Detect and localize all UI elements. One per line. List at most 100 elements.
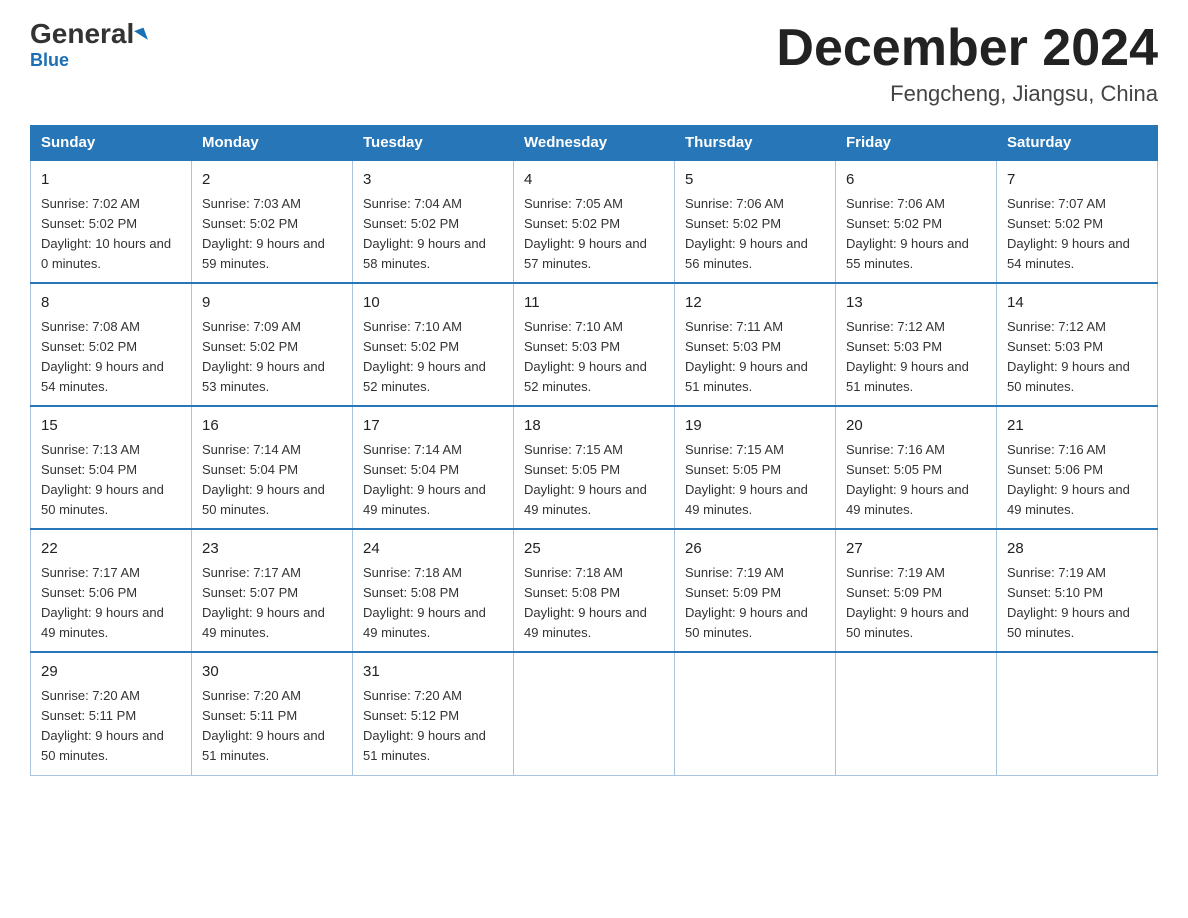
calendar-cell: 21 Sunrise: 7:16 AMSunset: 5:06 PMDayligh… <box>997 406 1158 529</box>
calendar-cell: 14 Sunrise: 7:12 AMSunset: 5:03 PMDayligh… <box>997 283 1158 406</box>
day-info: Sunrise: 7:10 AMSunset: 5:03 PMDaylight:… <box>524 319 647 394</box>
calendar-cell: 19Sunrise: 7:15 AMSunset: 5:05 PMDayligh… <box>675 406 836 529</box>
calendar-week-row: 1Sunrise: 7:02 AMSunset: 5:02 PMDaylight… <box>31 160 1158 283</box>
day-info: Sunrise: 7:06 AMSunset: 5:02 PMDaylight:… <box>846 196 969 271</box>
day-info: Sunrise: 7:14 AMSunset: 5:04 PMDaylight:… <box>363 442 486 517</box>
calendar-cell: 12 Sunrise: 7:11 AMSunset: 5:03 PMDayligh… <box>675 283 836 406</box>
day-number: 5 <box>685 169 825 192</box>
calendar-cell: 20Sunrise: 7:16 AMSunset: 5:05 PMDayligh… <box>836 406 997 529</box>
day-number: 13 <box>846 292 986 315</box>
calendar-cell: 22Sunrise: 7:17 AMSunset: 5:06 PMDayligh… <box>31 529 192 652</box>
day-number: 7 <box>1007 169 1147 192</box>
calendar-week-row: 15 Sunrise: 7:13 AMSunset: 5:04 PMDayligh… <box>31 406 1158 529</box>
day-number: 27 <box>846 538 986 561</box>
day-number: 25 <box>524 538 664 561</box>
calendar-cell: 13Sunrise: 7:12 AMSunset: 5:03 PMDayligh… <box>836 283 997 406</box>
day-info: Sunrise: 7:03 AMSunset: 5:02 PMDaylight:… <box>202 196 325 271</box>
logo-arrow-icon <box>134 28 148 44</box>
calendar-cell: 7 Sunrise: 7:07 AMSunset: 5:02 PMDaylight… <box>997 160 1158 283</box>
weekday-header-tuesday: Tuesday <box>353 126 514 161</box>
calendar-week-row: 8 Sunrise: 7:08 AMSunset: 5:02 PMDaylight… <box>31 283 1158 406</box>
calendar-cell: 10Sunrise: 7:10 AMSunset: 5:02 PMDayligh… <box>353 283 514 406</box>
day-number: 29 <box>41 661 181 684</box>
day-number: 26 <box>685 538 825 561</box>
calendar-cell: 27 Sunrise: 7:19 AMSunset: 5:09 PMDayligh… <box>836 529 997 652</box>
weekday-header-sunday: Sunday <box>31 126 192 161</box>
calendar-cell: 8 Sunrise: 7:08 AMSunset: 5:02 PMDaylight… <box>31 283 192 406</box>
day-info: Sunrise: 7:04 AMSunset: 5:02 PMDaylight:… <box>363 196 486 271</box>
calendar-cell: 2 Sunrise: 7:03 AMSunset: 5:02 PMDaylight… <box>192 160 353 283</box>
day-number: 22 <box>41 538 181 561</box>
calendar-cell: 9 Sunrise: 7:09 AMSunset: 5:02 PMDaylight… <box>192 283 353 406</box>
logo-blue-text: Blue <box>30 50 69 71</box>
calendar-cell <box>836 652 997 775</box>
day-info: Sunrise: 7:16 AMSunset: 5:06 PMDaylight:… <box>1007 442 1130 517</box>
calendar-cell <box>514 652 675 775</box>
day-info: Sunrise: 7:08 AMSunset: 5:02 PMDaylight:… <box>41 319 164 394</box>
day-info: Sunrise: 7:10 AMSunset: 5:02 PMDaylight:… <box>363 319 486 394</box>
day-number: 30 <box>202 661 342 684</box>
day-info: Sunrise: 7:18 AMSunset: 5:08 PMDaylight:… <box>524 565 647 640</box>
day-number: 9 <box>202 292 342 315</box>
calendar-header-row: SundayMondayTuesdayWednesdayThursdayFrid… <box>31 126 1158 161</box>
calendar-table: SundayMondayTuesdayWednesdayThursdayFrid… <box>30 125 1158 775</box>
calendar-cell: 29Sunrise: 7:20 AMSunset: 5:11 PMDayligh… <box>31 652 192 775</box>
day-number: 12 <box>685 292 825 315</box>
day-number: 16 <box>202 415 342 438</box>
day-number: 18 <box>524 415 664 438</box>
calendar-cell: 4 Sunrise: 7:05 AMSunset: 5:02 PMDaylight… <box>514 160 675 283</box>
day-number: 21 <box>1007 415 1147 438</box>
day-info: Sunrise: 7:11 AMSunset: 5:03 PMDaylight:… <box>685 319 808 394</box>
day-number: 31 <box>363 661 503 684</box>
day-info: Sunrise: 7:07 AMSunset: 5:02 PMDaylight:… <box>1007 196 1130 271</box>
day-info: Sunrise: 7:19 AMSunset: 5:09 PMDaylight:… <box>685 565 808 640</box>
calendar-cell: 6Sunrise: 7:06 AMSunset: 5:02 PMDaylight… <box>836 160 997 283</box>
day-number: 2 <box>202 169 342 192</box>
calendar-cell <box>997 652 1158 775</box>
calendar-week-row: 29 Sunrise: 7:20 AMSunset: 5:11 PMDayligh… <box>31 652 1158 775</box>
day-number: 23 <box>202 538 342 561</box>
calendar-cell: 16 Sunrise: 7:14 AMSunset: 5:04 PMDayligh… <box>192 406 353 529</box>
calendar-body: 1Sunrise: 7:02 AMSunset: 5:02 PMDaylight… <box>31 160 1158 775</box>
day-number: 11 <box>524 292 664 315</box>
calendar-cell: 28 Sunrise: 7:19 AMSunset: 5:10 PMDayligh… <box>997 529 1158 652</box>
day-info: Sunrise: 7:16 AMSunset: 5:05 PMDaylight:… <box>846 442 969 517</box>
day-number: 8 <box>41 292 181 315</box>
calendar-cell: 15 Sunrise: 7:13 AMSunset: 5:04 PMDayligh… <box>31 406 192 529</box>
calendar-cell: 31 Sunrise: 7:20 AMSunset: 5:12 PMDayligh… <box>353 652 514 775</box>
day-info: Sunrise: 7:09 AMSunset: 5:02 PMDaylight:… <box>202 319 325 394</box>
calendar-cell: 17 Sunrise: 7:14 AMSunset: 5:04 PMDayligh… <box>353 406 514 529</box>
day-info: Sunrise: 7:02 AMSunset: 5:02 PMDaylight:… <box>41 196 171 271</box>
day-info: Sunrise: 7:20 AMSunset: 5:12 PMDaylight:… <box>363 688 486 763</box>
day-info: Sunrise: 7:17 AMSunset: 5:07 PMDaylight:… <box>202 565 325 640</box>
day-number: 28 <box>1007 538 1147 561</box>
day-number: 4 <box>524 169 664 192</box>
day-info: Sunrise: 7:20 AMSunset: 5:11 PMDaylight:… <box>202 688 325 763</box>
day-number: 17 <box>363 415 503 438</box>
calendar-cell: 5Sunrise: 7:06 AMSunset: 5:02 PMDaylight… <box>675 160 836 283</box>
day-number: 14 <box>1007 292 1147 315</box>
month-title: December 2024 <box>776 20 1158 77</box>
day-info: Sunrise: 7:14 AMSunset: 5:04 PMDaylight:… <box>202 442 325 517</box>
day-info: Sunrise: 7:19 AMSunset: 5:10 PMDaylight:… <box>1007 565 1130 640</box>
day-info: Sunrise: 7:05 AMSunset: 5:02 PMDaylight:… <box>524 196 647 271</box>
day-number: 15 <box>41 415 181 438</box>
weekday-header-friday: Friday <box>836 126 997 161</box>
weekday-header-monday: Monday <box>192 126 353 161</box>
calendar-week-row: 22Sunrise: 7:17 AMSunset: 5:06 PMDayligh… <box>31 529 1158 652</box>
logo-text: General <box>30 20 146 48</box>
calendar-cell <box>675 652 836 775</box>
calendar-cell: 18Sunrise: 7:15 AMSunset: 5:05 PMDayligh… <box>514 406 675 529</box>
calendar-cell: 24Sunrise: 7:18 AMSunset: 5:08 PMDayligh… <box>353 529 514 652</box>
calendar-cell: 11 Sunrise: 7:10 AMSunset: 5:03 PMDayligh… <box>514 283 675 406</box>
page-header: General Blue December 2024 Fengcheng, Ji… <box>30 20 1158 107</box>
title-block: December 2024 Fengcheng, Jiangsu, China <box>776 20 1158 107</box>
calendar-cell: 23 Sunrise: 7:17 AMSunset: 5:07 PMDayligh… <box>192 529 353 652</box>
location-title: Fengcheng, Jiangsu, China <box>776 81 1158 107</box>
calendar-cell: 3Sunrise: 7:04 AMSunset: 5:02 PMDaylight… <box>353 160 514 283</box>
calendar-cell: 1Sunrise: 7:02 AMSunset: 5:02 PMDaylight… <box>31 160 192 283</box>
day-info: Sunrise: 7:12 AMSunset: 5:03 PMDaylight:… <box>1007 319 1130 394</box>
day-info: Sunrise: 7:13 AMSunset: 5:04 PMDaylight:… <box>41 442 164 517</box>
day-number: 19 <box>685 415 825 438</box>
day-info: Sunrise: 7:19 AMSunset: 5:09 PMDaylight:… <box>846 565 969 640</box>
